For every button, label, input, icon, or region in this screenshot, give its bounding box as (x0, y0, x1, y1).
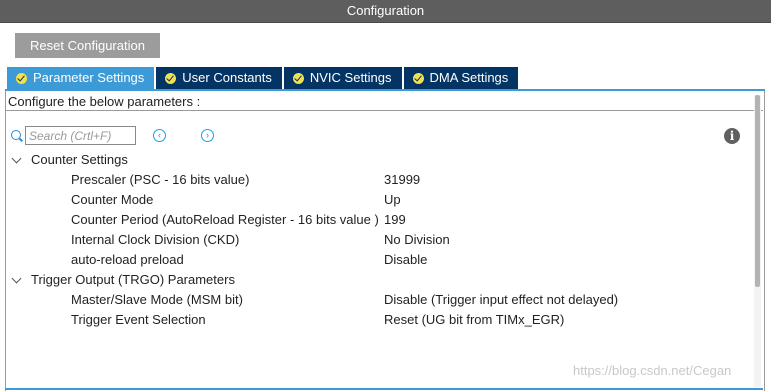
param-value-prescaler[interactable]: 31999 (384, 170, 420, 190)
group-trigger-output[interactable]: Trigger Output (TRGO) Parameters (11, 270, 235, 290)
watermark: https://blog.csdn.net/Cegan (573, 363, 732, 378)
arrow-left-circle-icon[interactable]: ‹ (153, 129, 166, 142)
tab-label: DMA Settings (429, 70, 509, 85)
tab-user-constants[interactable]: User Constants (156, 67, 284, 89)
reset-configuration-button[interactable]: Reset Configuration (15, 33, 160, 58)
search-input[interactable] (25, 126, 136, 145)
param-name-auto-reload-preload: auto-reload preload (71, 252, 184, 267)
param-name-clock-division: Internal Clock Division (CKD) (71, 232, 240, 247)
tab-label: Parameter Settings (33, 70, 145, 85)
panel-bottom-border (5, 388, 763, 390)
window-title: Configuration (346, 3, 425, 18)
check-circle-icon (292, 72, 304, 84)
param-name-prescaler: Prescaler (PSC - 16 bits value) (71, 172, 250, 187)
param-name-trigger-event-selection: Trigger Event Selection (71, 312, 206, 327)
info-icon[interactable]: i (724, 128, 740, 144)
check-circle-icon (412, 72, 424, 84)
group-counter-settings[interactable]: Counter Settings (11, 150, 128, 170)
chevron-down-icon (11, 273, 22, 283)
tab-label: User Constants (182, 70, 272, 85)
param-name-counter-period: Counter Period (AutoReload Register - 16… (71, 212, 379, 227)
search-icon[interactable] (11, 130, 21, 140)
chevron-down-icon (11, 153, 22, 163)
param-value-counter-mode[interactable]: Up (384, 190, 401, 210)
group-label: Counter Settings (31, 152, 128, 167)
param-value-master-slave-mode[interactable]: Disable (Trigger input effect not delaye… (384, 290, 618, 310)
tab-nvic-settings[interactable]: NVIC Settings (283, 67, 404, 89)
param-value-auto-reload-preload[interactable]: Disable (384, 250, 427, 270)
arrow-right-circle-icon[interactable]: › (201, 129, 214, 142)
param-name-counter-mode: Counter Mode (71, 192, 154, 207)
param-value-clock-division[interactable]: No Division (384, 230, 450, 250)
tab-bar: Parameter Settings User Constants NVIC S… (7, 67, 521, 89)
window-title-bar: Configuration (0, 0, 771, 23)
panel-header: Configure the below parameters : (5, 93, 763, 111)
param-value-counter-period[interactable]: 199 (384, 210, 406, 230)
tab-dma-settings[interactable]: DMA Settings (403, 67, 521, 89)
check-circle-icon (16, 72, 27, 84)
param-value-trigger-event-selection[interactable]: Reset (UG bit from TIMx_EGR) (384, 310, 564, 330)
group-label: Trigger Output (TRGO) Parameters (31, 272, 235, 287)
check-circle-icon (165, 72, 177, 84)
tab-parameter-settings[interactable]: Parameter Settings (7, 67, 157, 89)
param-name-master-slave-mode: Master/Slave Mode (MSM bit) (71, 292, 243, 307)
tab-label: NVIC Settings (309, 70, 392, 85)
scrollbar-thumb[interactable] (755, 95, 760, 287)
